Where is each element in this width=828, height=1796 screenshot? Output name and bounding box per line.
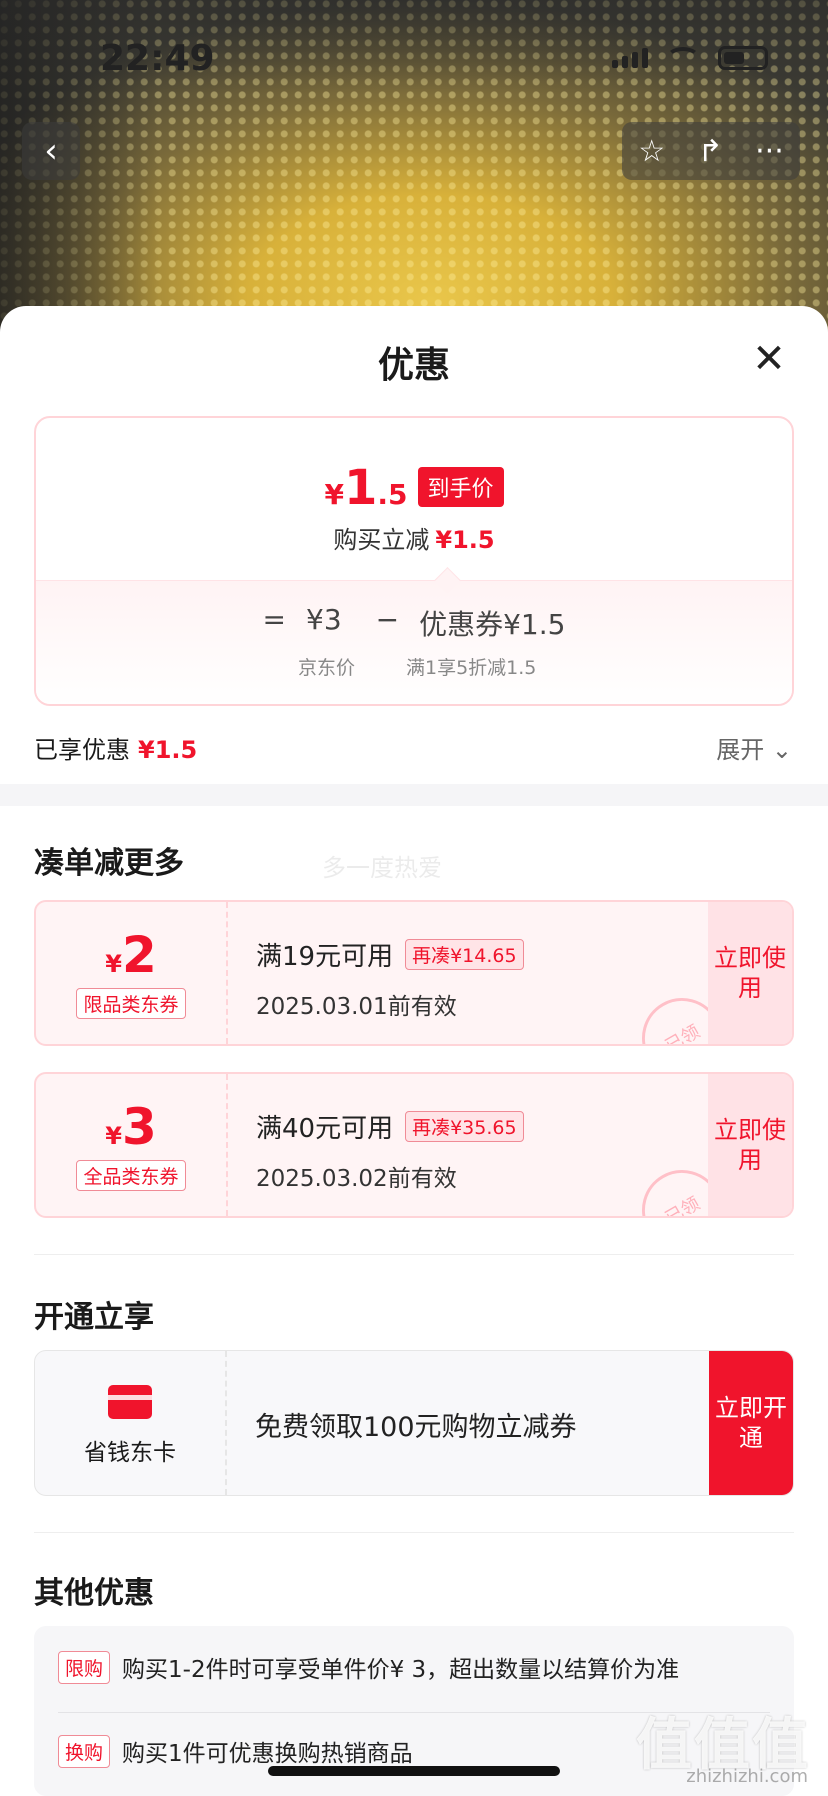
open-membership-title: 开通立享 [34,1300,154,1335]
coupon-need: 再凑¥14.65 [405,939,524,970]
coupon-value: ¥2 限品类东券 [36,902,228,1044]
coupon-need: 再凑¥35.65 [405,1111,524,1142]
signal-icon [612,48,648,68]
star-icon[interactable]: ☆ [638,134,665,169]
nav-actions: ☆ ↱ ··· [622,122,800,180]
close-icon: ✕ [752,336,786,382]
coupon-info: 满19元可用 再凑¥14.65 2025.03.01前有效 [256,936,524,1021]
membership-name: 省钱东卡 [84,1440,176,1466]
final-price-top: ¥1.5 到手价 购买立减 ¥1.5 [36,418,792,580]
more-discount-title: 凑单减更多 [34,846,184,881]
back-icon: ‹ [44,131,58,171]
coupon-info: 满40元可用 再凑¥35.65 2025.03.02前有效 [256,1108,524,1193]
open-now-button[interactable]: 立即开通 [709,1351,793,1495]
limit-tag: 限购 [58,1650,111,1684]
price-breakdown: = ¥3 − 优惠券¥1.5 京东价 满1享5折减1.5 [36,580,792,704]
coupon-card: ¥2 限品类东券 满19元可用 再凑¥14.65 2025.03.01前有效 已领… [34,900,794,1046]
home-indicator [268,1766,560,1776]
battery-icon [718,46,768,70]
coupon-amount: 优惠券¥1.5 [419,608,566,641]
coupon-category: 限品类东券 [76,988,186,1019]
divider [34,1532,794,1533]
coupon-card: ¥3 全品类东券 满40元可用 再凑¥35.65 2025.03.02前有效 已领… [34,1072,794,1218]
final-price-card: ¥1.5 到手价 购买立减 ¥1.5 = ¥3 − 优惠券¥1.5 京东价 满1享… [34,416,794,706]
enjoyed-discount: 已享优惠 ¥1.5 [34,736,198,764]
breakdown-formula: = ¥3 − 优惠券¥1.5 [262,603,566,641]
coupon-date: 2025.03.02前有效 [256,1166,457,1192]
final-price-tag: 到手价 [417,467,504,507]
wifi-icon [666,47,700,69]
use-coupon-button[interactable]: 立即使用 [708,1074,792,1216]
membership-card: 省钱东卡 免费领取100元购物立减券 立即开通 [34,1350,794,1496]
site-url: zhizhizhi.com [686,1766,808,1787]
expand-button[interactable]: 展开 ⌄ [716,730,792,765]
more-icon[interactable]: ··· [755,134,784,169]
coupon-value: ¥3 全品类东券 [36,1074,228,1216]
divider [34,1254,794,1255]
status-time: 22:49 [100,38,215,79]
credit-card-icon [108,1385,152,1419]
section-divider [0,784,828,806]
status-icons [612,46,768,70]
list-item[interactable]: 换购 购买1件可优惠换购热销商品 [58,1734,413,1768]
close-button[interactable]: ✕ [746,336,792,382]
sheet-title: 优惠 [377,345,450,386]
watermark-text: 多一度热爱 [322,854,442,882]
final-price-row: ¥1.5 到手价 [36,460,792,516]
share-icon[interactable]: ↱ [698,134,723,169]
back-button[interactable]: ‹ [22,122,80,180]
final-price: ¥1.5 [324,460,408,516]
membership-badge: 省钱东卡 [35,1351,227,1495]
use-coupon-button[interactable]: 立即使用 [708,902,792,1044]
other-discount-title: 其他优惠 [34,1576,154,1611]
jd-price: ¥3 [306,603,342,636]
coupon-category: 全品类东券 [76,1160,186,1191]
exchange-tag: 换购 [58,1734,111,1768]
membership-offer: 免费领取100元购物立减券 [255,1412,577,1443]
reduce-line: 购买立减 ¥1.5 [333,526,495,554]
coupon-date: 2025.03.01前有效 [256,994,457,1020]
list-item: 限购 购买1-2件时可享受单件价¥ 3，超出数量以结算价为准 [58,1650,679,1684]
